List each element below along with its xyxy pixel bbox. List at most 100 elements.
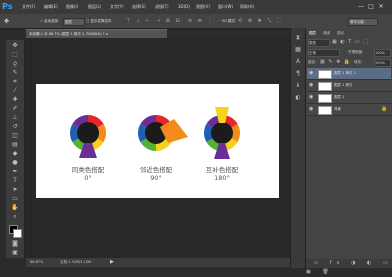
lock-icons[interactable]: ▦ ✎ ✥ 🔒 — [320, 59, 351, 65]
background-color-swatch[interactable] — [13, 229, 22, 238]
move-tool-icon[interactable]: ✥ — [4, 18, 9, 25]
layer-thumbnail — [318, 82, 332, 91]
blend-mode-dropdown[interactable]: 正常 — [308, 49, 340, 57]
document-canvas[interactable]: 同类色搭配 0° 邻近色搭配 90° 互补色搭配 180° — [36, 84, 279, 198]
layer-name[interactable]: 图层 1 拷贝 — [334, 80, 352, 91]
wheel-center — [77, 122, 99, 144]
dodge-tool-icon[interactable]: ● — [11, 159, 19, 166]
menu-bar: Ps 文件(F) 编辑(E) 图像(I) 图层(L) 文字(Y) 选择(S) 滤… — [0, 0, 392, 14]
quick-select-tool-icon[interactable]: ✎ — [11, 69, 19, 76]
layers-panel-footer: ∞ fx ◑ ◐ ▭ ▣ 🗑 — [306, 259, 392, 275]
layer-row-background[interactable]: ◉ 背景 🔒 — [307, 104, 391, 116]
hand-tool-icon[interactable]: ✋ — [11, 204, 19, 211]
show-transform-checkbox[interactable]: □ 显示变换控件 — [86, 19, 111, 24]
marquee-tool-icon[interactable]: ⬚ — [11, 51, 19, 58]
eyedropper-tool-icon[interactable]: ⁄ — [11, 87, 19, 94]
type-tool-icon[interactable]: T — [11, 177, 19, 184]
panel-dock: ⧗ ▦ A ¶ ℹ ◐ — [290, 28, 305, 268]
opacity-input[interactable]: 100% — [374, 49, 391, 57]
menu-help[interactable]: 帮助(H) — [240, 4, 254, 10]
lock-label: 锁定: — [308, 60, 317, 64]
adjustments-panel-icon[interactable]: ◐ — [294, 94, 302, 102]
tab-layers[interactable]: 图层 — [309, 31, 316, 36]
menu-file[interactable]: 文件(F) — [22, 4, 35, 10]
layer-thumbnail — [318, 106, 332, 115]
crop-tool-icon[interactable]: ⌗ — [11, 78, 19, 85]
color-wheel-complementary — [203, 107, 241, 159]
label-complementary-color: 互补色搭配 180° — [205, 166, 239, 182]
fill-input[interactable]: 100% — [374, 59, 391, 67]
auto-select-dropdown[interactable]: 图层 — [63, 18, 85, 26]
color-wheel-analogous — [137, 115, 188, 151]
tools-panel: ✥ ⬚ ϱ ✎ ⌗ ⁄ ✚ ✐ ⊥ ↺ ◫ ▤ ◆ ● ✒ T ➤ ▭ ✋ ⌕ … — [6, 40, 25, 258]
lock-icon: 🔒 — [381, 106, 388, 112]
paragraph-panel-icon[interactable]: ¶ — [294, 70, 302, 78]
character-panel-icon[interactable]: A — [294, 58, 302, 66]
menu-image[interactable]: 图像(I) — [66, 4, 78, 10]
menu-view[interactable]: 视图(V) — [196, 4, 210, 10]
3d-mode-icons[interactable]: ⟲ ⊕ ✥ ⤡ ⬚ — [238, 18, 284, 24]
close-button[interactable]: ✕ — [376, 3, 386, 11]
menu-filter[interactable]: 滤镜(T) — [155, 4, 169, 10]
eraser-tool-icon[interactable]: ◫ — [11, 132, 19, 139]
window-controls: — □ ✕ — [356, 3, 386, 11]
auto-select-checkbox[interactable]: ✓ 自动选择: — [40, 19, 59, 24]
filter-icons[interactable]: ▣ ◐ T ▭ ⬚ — [332, 39, 369, 45]
layer-name[interactable]: 图层 1 拷贝 2 — [334, 68, 356, 79]
align-icons[interactable]: ⊤ ⊥ ⊢ ⊣ ⊞ ⊟ — [126, 18, 182, 24]
status-menu-arrow-icon[interactable]: ▶ — [110, 258, 114, 267]
move-tool-icon[interactable]: ✥ — [11, 42, 19, 49]
visibility-eye-icon[interactable]: ◉ — [309, 92, 315, 103]
photoshop-logo: Ps — [2, 2, 13, 11]
history-brush-icon[interactable]: ↺ — [11, 123, 19, 130]
path-select-tool-icon[interactable]: ➤ — [11, 186, 19, 193]
distribute-icons[interactable]: ≡ ≣ ⋮ ⋯ — [188, 18, 225, 24]
workspace-dropdown[interactable]: 基本功能 — [348, 18, 378, 26]
fill-label: 填充: — [354, 60, 363, 64]
layer-name[interactable]: 背景 — [334, 104, 341, 115]
status-bar: 66.67% 文档:1.32M/3.15M ▶ — [26, 258, 290, 267]
tab-paths[interactable]: 路径 — [337, 31, 344, 36]
menu-3d[interactable]: 3D(D) — [178, 4, 190, 9]
healing-tool-icon[interactable]: ✚ — [11, 96, 19, 103]
zoom-readout[interactable]: 66.67% — [30, 258, 43, 267]
layer-thumbnail — [318, 70, 332, 79]
history-panel-icon[interactable]: ⧗ — [294, 34, 302, 42]
menu-window[interactable]: 窗口(W) — [218, 4, 233, 10]
stamp-tool-icon[interactable]: ⊥ — [11, 114, 19, 121]
menu-type[interactable]: 文字(Y) — [110, 4, 124, 10]
visibility-eye-icon[interactable]: ◉ — [309, 68, 315, 79]
visibility-eye-icon[interactable]: ◉ — [309, 80, 315, 91]
maximize-button[interactable]: □ — [366, 3, 376, 11]
menu-select[interactable]: 选择(S) — [132, 4, 146, 10]
menu-layer[interactable]: 图层(L) — [88, 4, 101, 10]
layer-thumbnail — [318, 94, 332, 103]
lasso-tool-icon[interactable]: ϱ — [11, 60, 19, 67]
visibility-eye-icon[interactable]: ◉ — [309, 104, 315, 115]
minimize-button[interactable]: — — [356, 3, 366, 11]
layer-row[interactable]: ◉ 图层 1 拷贝 — [307, 80, 391, 92]
label-adjacent-color: 邻近色搭配 90° — [139, 166, 173, 182]
gradient-tool-icon[interactable]: ▤ — [11, 141, 19, 148]
blur-tool-icon[interactable]: ◆ — [11, 150, 19, 157]
layer-actions-icons[interactable]: ∞ fx ◑ ◐ ▭ ▣ 🗑 — [306, 260, 392, 275]
zoom-tool-icon[interactable]: ⌕ — [11, 213, 19, 220]
layer-filter-dropdown[interactable]: 类型 — [308, 39, 330, 47]
brush-tool-icon[interactable]: ✐ — [11, 105, 19, 112]
layers-panel: 图层 通道 路径 类型 ▣ ◐ T ▭ ⬚ 正常 不透明度: 100% 锁定: … — [305, 28, 392, 275]
info-panel-icon[interactable]: ℹ — [294, 82, 302, 90]
3d-mode-label: 3D 模式: — [222, 19, 237, 23]
tab-channels[interactable]: 通道 — [323, 31, 330, 36]
layer-row-selected[interactable]: ◉ 图层 1 拷贝 2 — [307, 68, 391, 80]
doc-size-readout: 文档:1.32M/3.15M — [60, 260, 91, 264]
shape-tool-icon[interactable]: ▭ — [11, 195, 19, 202]
label-same-color: 同类色搭配 0° — [71, 166, 105, 182]
layer-name[interactable]: 图层 1 — [334, 92, 344, 103]
opacity-label: 不透明度: — [348, 50, 364, 54]
screen-mode-icon[interactable]: ▣ — [11, 249, 19, 256]
layer-row[interactable]: ◉ 图层 1 — [307, 92, 391, 104]
properties-panel-icon[interactable]: ▦ — [294, 46, 302, 54]
quick-mask-icon[interactable]: ◙ — [11, 240, 19, 247]
pen-tool-icon[interactable]: ✒ — [11, 168, 19, 175]
menu-edit[interactable]: 编辑(E) — [44, 4, 58, 10]
